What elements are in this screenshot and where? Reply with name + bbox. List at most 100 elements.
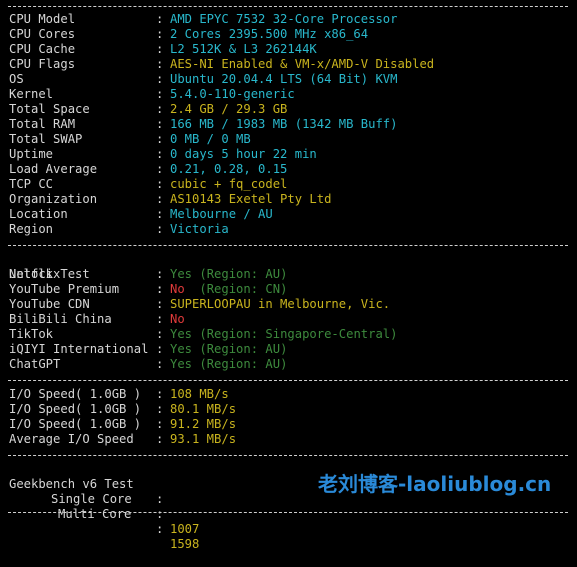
geekbench-multi-label: Multi Core [58,507,132,521]
unlock-tiktok-value: Yes (Region: Singapore-Central) [170,327,397,342]
unlock-iqiyi-international-label: iQIYI International [9,342,149,356]
sysinfo-os-value: Ubuntu 20.04.4 LTS (64 Bit) KVM [170,72,397,87]
unlock-netflix-label: Netflix [9,267,61,281]
colon: : [156,327,164,341]
colon: : [156,522,164,536]
sysinfo-region-text: Victoria [170,222,229,236]
sysinfo-region-value: Victoria [170,222,229,237]
geekbench-single-row: Single Core : 1007 [0,477,199,536]
unlock-chatgpt-label: ChatGPT [9,357,61,371]
colon: : [156,132,164,146]
sysinfo-kernel-value: 5.4.0-110-generic [170,87,295,102]
sysinfo-uptime-value: 0 days 5 hour 22 min [170,147,317,162]
io-speed-2-value: 80.1 MB/s [170,402,236,417]
sysinfo-location-label: Location [9,207,68,221]
unlock-tiktok-region: (Region: Singapore-Central) [192,327,398,341]
colon: : [156,432,164,446]
sysinfo-total-space-value: 2.4 GB / 29.3 GB [170,102,287,117]
colon: : [156,342,164,356]
sysinfo-uptime-text: 0 days 5 hour 22 min [170,147,317,161]
colon: : [156,402,164,416]
sysinfo-os-label: OS [9,72,24,86]
geekbench-single-label: Single Core [51,492,132,506]
unlock-youtube-cdn-value: SUPERLOOPAU in Melbourne, Vic. [170,297,390,312]
geekbench-single-value: 1007 [170,522,200,536]
sysinfo-organization-text: AS10143 Exetel Pty Ltd [170,192,332,206]
unlock-youtube-premium-value: No (Region: CN) [170,282,287,297]
colon: : [156,177,164,191]
sysinfo-total-space-label: Total Space [9,102,90,116]
colon: : [156,282,164,296]
sysinfo-cpu-cores-text: 2 Cores 2395.500 MHz x86_64 [170,27,369,41]
io-speed-4-value: 93.1 MB/s [170,432,236,447]
sysinfo-total-ram-text: 166 MB / 1983 MB (1342 MB Buff) [170,117,398,131]
sysinfo-location-text: Melbourne / AU [170,207,273,221]
unlock-bilibili-china-value: No [170,312,185,327]
sysinfo-tcp-cc-value: cubic + fq_codel [170,177,287,192]
colon: : [156,492,164,506]
unlock-youtube-premium-label: YouTube Premium [9,282,120,296]
sysinfo-cpu-cores-value: 2 Cores 2395.500 MHz x86_64 [170,27,368,42]
unlock-youtube-cdn-label: YouTube CDN [9,297,90,311]
colon: : [156,57,164,71]
sysinfo-total-space-text: 2.4 GB / 29.3 GB [170,102,288,116]
sysinfo-total-ram-label: Total RAM [9,117,76,131]
colon: : [156,357,164,371]
unlock-chatgpt-status: Yes [170,357,193,371]
unlock-netflix-value: Yes (Region: AU) [170,267,287,282]
colon: : [156,312,164,326]
io-speed-1-label: I/O Speed( 1.0GB ) [9,387,142,401]
sysinfo-total-swap-label: Total SWAP [9,132,83,146]
colon: : [156,87,164,101]
sysinfo-total-ram-value: 166 MB / 1983 MB (1342 MB Buff) [170,117,397,132]
io-speed-3-label: I/O Speed( 1.0GB ) [9,417,142,431]
colon: : [156,102,164,116]
unlock-netflix-region: (Region: AU) [192,267,288,281]
sysinfo-load-average-text: 0.21, 0.28, 0.15 [170,162,288,176]
unlock-youtube-premium-status: No [170,282,185,296]
io-speed-1-value: 108 MB/s [170,387,229,402]
sysinfo-organization-label: Organization [9,192,98,206]
separator-line [8,512,568,513]
unlock-tiktok-label: TikTok [9,327,54,341]
io-speed-1-text: 108 MB/s [170,387,229,401]
geekbench-multi-row: Multi Core : 1598 [0,492,199,551]
io-speed-2-text: 80.1 MB/s [170,402,237,416]
io-speed-2-label: I/O Speed( 1.0GB ) [9,402,142,416]
colon: : [156,72,164,86]
sysinfo-region-label: Region [9,222,54,236]
sysinfo-load-average-value: 0.21, 0.28, 0.15 [170,162,287,177]
separator-line [8,455,568,456]
unlock-iqiyi-international-value: Yes (Region: AU) [170,342,287,357]
colon: : [156,12,164,26]
colon: : [156,417,164,431]
unlock-iqiyi-international-region: (Region: AU) [192,342,288,356]
watermark-text: 老刘博客-laoliublog.cn [318,472,552,496]
sysinfo-organization-value: AS10143 Exetel Pty Ltd [170,192,331,207]
colon: : [156,27,164,41]
colon: : [156,267,164,281]
colon: : [156,117,164,131]
colon: : [156,42,164,56]
colon: : [156,507,164,521]
separator-line [8,245,568,246]
unlock-tiktok-status: Yes [170,327,193,341]
colon: : [156,192,164,206]
unlock-netflix-status: Yes [170,267,193,281]
sysinfo-kernel-text: 5.4.0-110-generic [170,87,295,101]
sysinfo-cpu-flags-label: CPU Flags [9,57,76,71]
colon: : [156,147,164,161]
colon: : [156,297,164,311]
sysinfo-total-swap-text: 0 MB / 0 MB [170,132,251,146]
sysinfo-cpu-cache-label: CPU Cache [9,42,76,56]
sysinfo-cpu-cores-label: CPU Cores [9,27,76,41]
sysinfo-location-value: Melbourne / AU [170,207,273,222]
io-speed-3-text: 91.2 MB/s [170,417,237,431]
io-speed-4-label: Average I/O Speed [9,432,134,446]
unlock-youtube-premium-region: (Region: CN) [184,282,288,296]
sysinfo-cpu-model-text: AMD EPYC 7532 32-Core Processor [170,12,398,26]
unlock-test-header-row: Unlock Test : [0,252,163,296]
colon: : [156,222,164,236]
unlock-bilibili-china-status: No [170,312,185,326]
sysinfo-cpu-model-label: CPU Model [9,12,76,26]
